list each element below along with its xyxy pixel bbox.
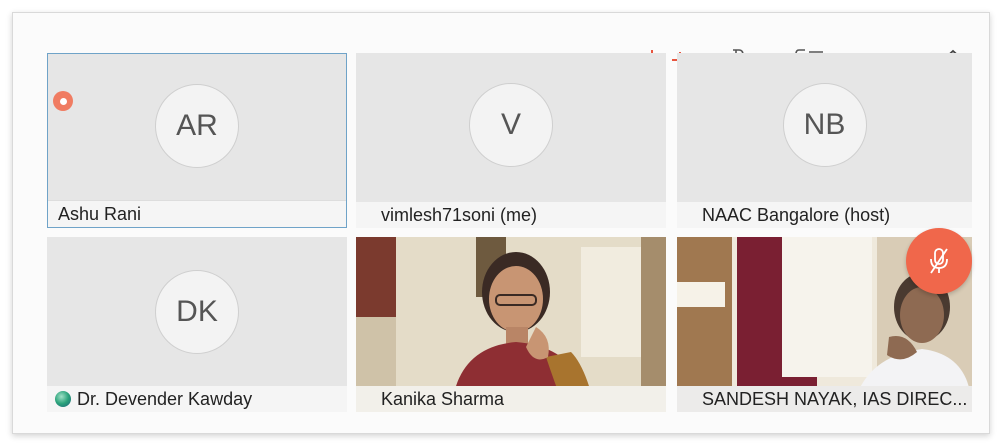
participant-tile[interactable]: DK Dr. Devender Kawday xyxy=(47,237,347,412)
recording-icon xyxy=(53,91,73,111)
participant-tile[interactable]: AR Ashu Rani xyxy=(47,53,347,228)
participant-name: vimlesh71soni (me) xyxy=(356,202,666,228)
microphone-off-icon xyxy=(930,248,948,274)
avatar: AR xyxy=(155,84,239,168)
network-status-icon xyxy=(55,391,71,407)
top-toolbar xyxy=(0,0,999,62)
participant-tile[interactable]: V vimlesh71soni (me) xyxy=(356,53,666,228)
avatar: DK xyxy=(155,270,239,354)
participant-video-tile[interactable]: Kanika Sharma xyxy=(356,237,666,412)
participant-name: Dr. Devender Kawday xyxy=(47,386,347,412)
participant-name: Kanika Sharma xyxy=(356,386,666,412)
mute-microphone-button[interactable] xyxy=(906,228,972,294)
participant-name: Ashu Rani xyxy=(48,200,346,227)
participant-name: NAAC Bangalore (host) xyxy=(677,202,972,228)
participant-tile[interactable]: NB NAAC Bangalore (host) xyxy=(677,53,972,228)
avatar: V xyxy=(469,83,553,167)
avatar: NB xyxy=(782,83,867,167)
participant-name: SANDESH NAYAK, IAS DIREC... xyxy=(677,386,972,412)
